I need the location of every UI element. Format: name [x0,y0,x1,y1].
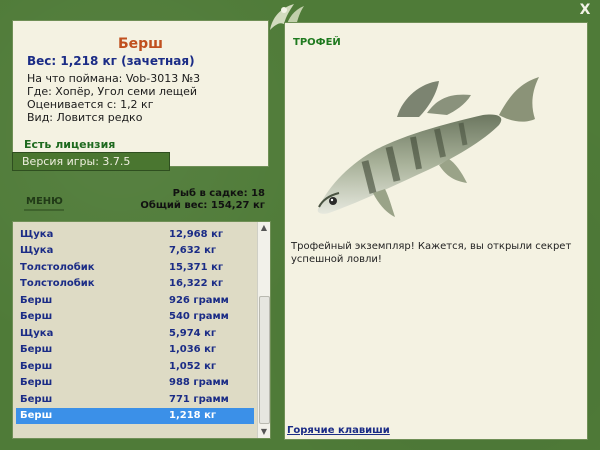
catch-list[interactable]: Щука 12,968 кг Щука 7,632 кг Толстолобик 15… [12,221,271,439]
trophy-message: Трофейный экземпляр! Кажется, вы открыли… [291,241,572,265]
list-item[interactable]: Берш 1,036 кг [16,342,254,358]
scroll-down-arrow-icon[interactable]: ▼ [258,426,270,438]
scroll-thumb[interactable] [259,296,270,424]
estimate-detail: Оценивается с: 1,2 кг [27,98,154,111]
rarity-detail: Вид: Ловится редко [27,111,143,124]
version-bar: Версия игры: 3.7.5 [12,152,170,171]
version-text: Версия игры: 3.7.5 [22,155,131,168]
list-item-selected[interactable]: Берш 1,218 кг [16,408,254,424]
menu-button[interactable]: МЕНЮ [26,196,63,207]
list-item[interactable]: Щука 12,968 кг [16,227,254,243]
list-item[interactable]: Берш 1,052 кг [16,359,254,375]
close-button[interactable]: X [578,3,592,17]
list-scrollbar[interactable]: ▲ ▼ [257,222,270,438]
trophy-panel: ТРОФЕЙ Трофейный экземпляр! Кажется, вы [284,22,588,440]
zander-fish-image [317,77,539,217]
hotkeys-link[interactable]: Горячие клавиши [287,425,390,436]
menu-underline [24,209,64,211]
fish-weight: Вес: 1,218 кг (зачетная) [27,54,195,68]
list-item[interactable]: Щука 5,974 кг [16,326,254,342]
fish-count: Рыб в садке: 18 [172,188,265,199]
location-detail: Где: Хопёр, Угол семи лещей [27,85,198,98]
list-item[interactable]: Толстолобик 16,322 кг [16,276,254,292]
list-item[interactable]: Берш 540 грамм [16,309,254,325]
fish-name: Берш [117,36,164,52]
trophy-title: ТРОФЕЙ [293,37,341,48]
license-status: Есть лицензия [24,138,116,151]
list-item[interactable]: Толстолобик 15,371 кг [16,260,254,276]
catch-totals: Рыб в садке: 18 Общий вес: 154,27 кг [140,188,265,212]
list-item[interactable]: Берш 926 грамм [16,293,254,309]
list-item[interactable]: Берш 988 грамм [16,375,254,391]
scroll-up-arrow-icon[interactable]: ▲ [258,222,270,234]
list-item[interactable]: Берш 771 грамм [16,392,254,408]
list-item[interactable]: Щука 7,632 кг [16,243,254,259]
total-weight: Общий вес: 154,27 кг [140,200,265,211]
bait-detail: На что поймана: Vob-3013 №3 [27,72,201,85]
